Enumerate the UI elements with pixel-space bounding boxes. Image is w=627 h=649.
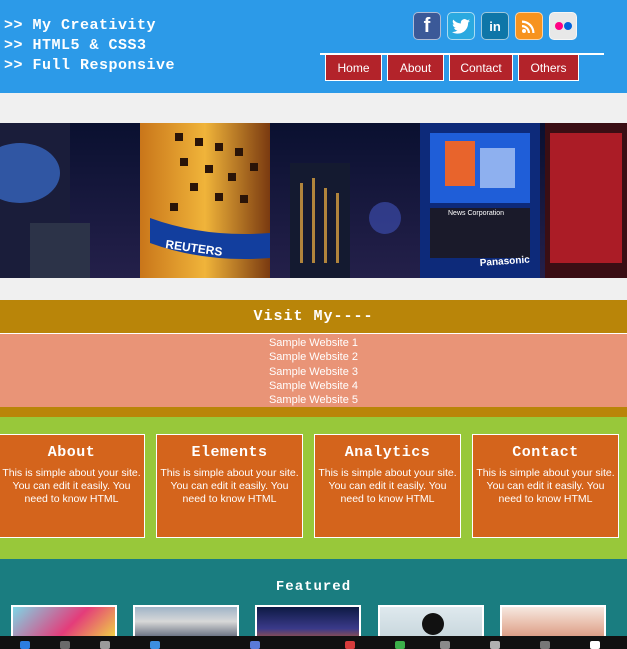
box-text: This is simple about your site. You can … <box>318 467 457 505</box>
visit-section-footer <box>0 407 627 417</box>
taskbar-app-icon[interactable] <box>345 641 355 649</box>
taskbar-app-icon[interactable] <box>540 641 550 649</box>
tagline-line-2: >> HTML5 & CSS3 <box>4 37 147 54</box>
taskbar-app-icon[interactable] <box>250 641 260 649</box>
taskbar-app-icon[interactable] <box>60 641 70 649</box>
elements-box: Elements This is simple about your site.… <box>156 434 303 538</box>
site-link[interactable]: Sample Website 1 <box>0 336 627 350</box>
svg-text:News Corporation: News Corporation <box>448 210 504 217</box>
sample-sites-list: Sample Website 1 Sample Website 2 Sample… <box>0 333 627 407</box>
box-title: Contact <box>512 444 579 461</box>
site-link[interactable]: Sample Website 2 <box>0 350 627 364</box>
about-box: About This is simple about your site. Yo… <box>0 434 145 538</box>
linkedin-icon[interactable]: in <box>481 12 509 40</box>
taskbar-app-icon[interactable] <box>100 641 110 649</box>
social-links: f in <box>413 12 577 40</box>
tagline: >> My Creativity >> HTML5 & CSS3 >> Full… <box>4 16 175 76</box>
facebook-icon[interactable]: f <box>413 12 441 40</box>
nav-others[interactable]: Others <box>518 55 579 81</box>
twitter-icon[interactable] <box>447 12 475 40</box>
box-title: About <box>47 444 96 461</box>
site-link[interactable]: Sample Website 4 <box>0 379 627 393</box>
hero-banner-image: REUTERS News Corporation Panasonic <box>0 123 627 278</box>
rss-icon[interactable] <box>515 12 543 40</box>
city-skyline-illustration: REUTERS News Corporation Panasonic <box>0 123 627 278</box>
visit-section-header: Visit My---- <box>0 300 627 333</box>
nav-contact[interactable]: Contact <box>449 55 513 81</box>
box-text: This is simple about your site. You can … <box>2 467 141 505</box>
site-header: >> My Creativity >> HTML5 & CSS3 >> Full… <box>0 0 627 93</box>
tagline-line-3: >> Full Responsive <box>4 57 176 74</box>
tagline-line-1: >> My Creativity <box>4 17 157 34</box>
nav-about[interactable]: About <box>387 55 444 81</box>
featured-title: Featured <box>275 579 352 595</box>
site-link[interactable]: Sample Website 3 <box>0 365 627 379</box>
os-taskbar <box>0 636 627 649</box>
site-link[interactable]: Sample Website 5 <box>0 393 627 407</box>
taskbar-app-icon[interactable] <box>490 641 500 649</box>
taskbar-app-icon[interactable] <box>590 641 600 649</box>
visit-title: Visit My---- <box>253 308 374 325</box>
box-title: Analytics <box>344 444 431 461</box>
info-boxes-section: About This is simple about your site. Yo… <box>0 417 627 559</box>
analytics-box: Analytics This is simple about your site… <box>314 434 461 538</box>
main-nav: Home About Contact Others <box>325 55 579 81</box>
taskbar-app-icon[interactable] <box>150 641 160 649</box>
box-title: Elements <box>191 444 268 461</box>
box-text: This is simple about your site. You can … <box>160 467 299 505</box>
box-text: This is simple about your site. You can … <box>476 467 615 505</box>
contact-box: Contact This is simple about your site. … <box>472 434 619 538</box>
taskbar-app-icon[interactable] <box>440 641 450 649</box>
taskbar-app-icon[interactable] <box>395 641 405 649</box>
flickr-icon[interactable] <box>549 12 577 40</box>
taskbar-app-icon[interactable] <box>20 641 30 649</box>
nav-home[interactable]: Home <box>325 55 382 81</box>
